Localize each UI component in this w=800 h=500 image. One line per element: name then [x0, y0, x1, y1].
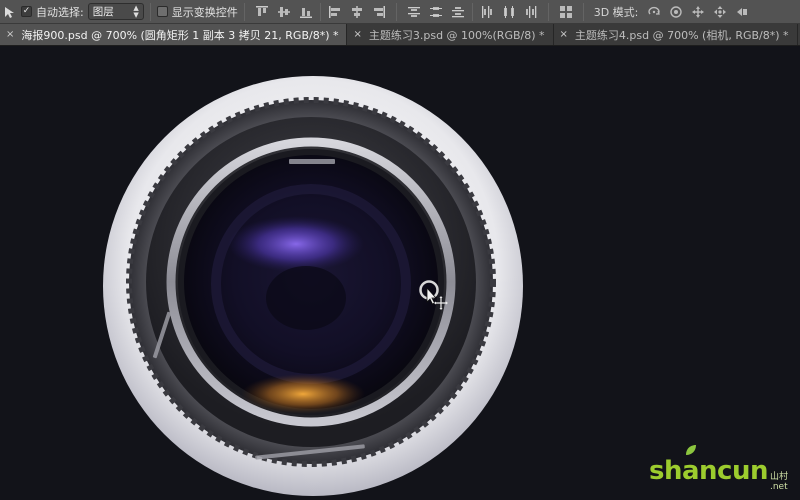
toolbar-divider [547, 2, 549, 21]
distribute-top-icon[interactable] [406, 4, 422, 20]
distribute-vcenter-icon[interactable] [428, 4, 444, 20]
camera-lens-artwork [103, 76, 523, 496]
close-tab-icon[interactable]: × [353, 29, 361, 40]
show-transform-checkbox[interactable] [156, 6, 168, 17]
watermark-suffix-top: 山村 [769, 472, 788, 482]
distribute-left-icon[interactable] [479, 4, 495, 20]
tab-label: 主题练习3.psd @ 100%(RGB/8) * [368, 28, 545, 42]
move-tool-icon[interactable] [2, 4, 18, 20]
mode-3d-label: 3D 模式: [593, 5, 639, 19]
tab-label: 海报900.psd @ 700% (圆角矩形 1 副本 3 拷贝 21, RGB… [21, 28, 339, 42]
show-transform-label: 显示变换控件 [171, 5, 238, 19]
options-bar: 自动选择: 图层 ▲▼ 显示变换控件 [0, 0, 800, 24]
scale-3d-icon[interactable] [734, 4, 750, 20]
align-hcenter-icon[interactable] [349, 4, 365, 20]
watermark-text: shancun [649, 456, 768, 486]
rotate-3d-icon[interactable] [646, 4, 662, 20]
document-tab-bar: × 海报900.psd @ 700% (圆角矩形 1 副本 3 拷贝 21, R… [0, 24, 800, 46]
leaf-icon [686, 445, 696, 455]
distribute-hcenter-icon[interactable] [501, 4, 517, 20]
close-tab-icon[interactable]: × [560, 29, 568, 40]
align-left-icon[interactable] [327, 4, 343, 20]
auto-select-target-value: 图层 [92, 6, 114, 18]
drag-3d-icon[interactable] [690, 4, 706, 20]
align-vcenter-icon[interactable] [276, 4, 292, 20]
lens-purple-reflection [228, 216, 364, 272]
auto-align-icon[interactable] [558, 4, 574, 20]
document-tab-theme4[interactable]: × 主题练习4.psd @ 700% (相机, RGB/8*) * [553, 24, 798, 45]
roll-3d-icon[interactable] [668, 4, 684, 20]
move-cursor-icon [419, 280, 448, 310]
site-watermark: shancun 山村 .net [649, 445, 788, 492]
tab-label: 主题练习4.psd @ 700% (相机, RGB/8*) * [574, 28, 789, 42]
lens-orange-reflection [241, 374, 365, 414]
toolbar-divider [471, 2, 473, 21]
dropdown-arrows-icon: ▲ ▼ [133, 3, 139, 19]
document-canvas[interactable]: shancun 山村 .net [0, 46, 800, 500]
distribute-bottom-icon[interactable] [450, 4, 466, 20]
distribute-right-icon[interactable] [523, 4, 539, 20]
toolbar-divider [582, 2, 584, 21]
toolbar-divider [319, 2, 321, 21]
toolbar-divider [395, 2, 397, 21]
auto-select-label: 自动选择: [36, 5, 84, 19]
watermark-suffix: 山村 .net [770, 472, 788, 492]
document-tab-poster900[interactable]: × 海报900.psd @ 700% (圆角矩形 1 副本 3 拷贝 21, R… [0, 24, 348, 45]
align-top-icon[interactable] [254, 4, 270, 20]
toolbar-divider [149, 2, 151, 21]
auto-select-checkbox[interactable] [21, 6, 32, 17]
close-tab-icon[interactable]: × [6, 29, 14, 40]
document-tab-theme3[interactable]: × 主题练习3.psd @ 100%(RGB/8) * [347, 24, 554, 45]
slide-3d-icon[interactable] [712, 4, 728, 20]
align-bottom-icon[interactable] [298, 4, 314, 20]
align-right-icon[interactable] [371, 4, 387, 20]
watermark-suffix-bottom: .net [769, 482, 788, 492]
auto-select-target-dropdown[interactable]: 图层 ▲ ▼ [87, 3, 144, 20]
toolbar-divider [243, 2, 245, 21]
